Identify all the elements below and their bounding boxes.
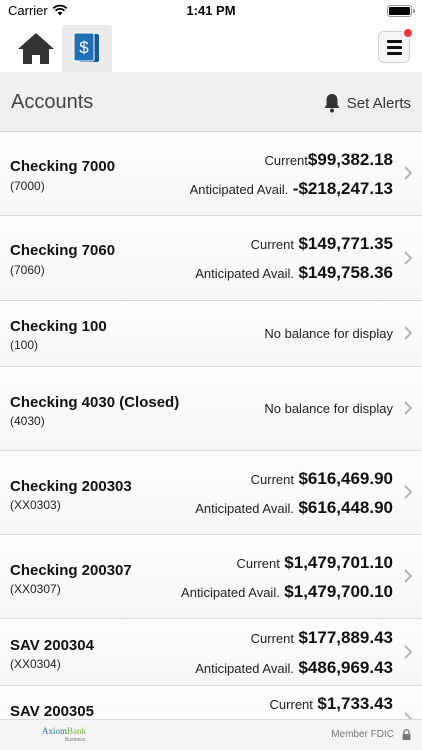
top-nav: $ [0, 22, 422, 72]
home-icon[interactable] [14, 28, 58, 68]
account-name: Checking 200303 [10, 478, 132, 495]
account-row[interactable]: Checking 4030 (Closed) (4030) No balance… [0, 367, 422, 451]
current-amount: $1,733.43 [317, 694, 393, 713]
account-number: (7000) [10, 179, 45, 193]
status-bar: Carrier 1:41 PM [0, 0, 422, 22]
account-name: SAV 200305 [10, 703, 94, 719]
chevron-right-icon [404, 401, 413, 415]
tab-accounts[interactable]: $ [62, 25, 112, 72]
anticipated-amount: $1,479,700.10 [284, 582, 393, 601]
account-number: (4030) [10, 414, 45, 428]
anticipated-amount: $616,448.90 [298, 498, 393, 517]
anticipated-amount: $149,758.36 [298, 263, 393, 282]
anticipated-balance: Anticipated Avail. $616,448.90 [195, 498, 393, 517]
chevron-right-icon [404, 569, 413, 583]
account-name: Checking 200307 [10, 562, 132, 579]
menu-button[interactable] [378, 28, 413, 63]
account-row[interactable]: SAV 200304 (XX0304) Current $177,889.43 … [0, 619, 422, 686]
account-row[interactable]: Checking 7060 (7060) Current $149,771.35… [0, 216, 422, 301]
current-amount: $1,479,701.10 [284, 553, 393, 572]
footer: AxiomBank Business Member FDIC [0, 719, 422, 750]
account-number: (XX0307) [10, 582, 61, 596]
account-name: Checking 100 [10, 318, 107, 335]
chevron-right-icon [404, 251, 413, 265]
current-amount: $99,382.18 [307, 150, 393, 169]
set-alerts-label: Set Alerts [346, 94, 411, 112]
member-fdic-label: Member FDIC [331, 729, 394, 740]
dollar-document-icon: $ [73, 32, 99, 62]
battery-icon [387, 5, 415, 17]
account-name: Checking 7060 [10, 242, 116, 259]
account-number: (XX0304) [10, 657, 61, 671]
page-title: Accounts [11, 91, 94, 113]
anticipated-amount: $486,969.43 [298, 658, 393, 677]
account-row[interactable]: Checking 7000 (7000) Current$99,382.18 A… [0, 132, 422, 216]
account-number: (100) [10, 338, 39, 352]
set-alerts-button[interactable]: Set Alerts [323, 91, 411, 115]
lock-icon [402, 729, 411, 740]
current-amount: $616,469.90 [298, 469, 393, 488]
bell-icon [324, 94, 340, 113]
current-amount: $177,889.43 [298, 628, 393, 647]
current-balance: Current$99,382.18 [264, 150, 393, 169]
accounts-header: Accounts Set Alerts [0, 72, 422, 132]
current-balance: Current $149,771.35 [250, 234, 393, 253]
account-name: SAV 200304 [10, 637, 94, 654]
account-number: (7060) [10, 263, 45, 277]
chevron-right-icon [404, 645, 413, 659]
current-balance: Current $1,733.43 [269, 694, 393, 713]
anticipated-balance: Anticipated Avail. $149,758.36 [195, 263, 393, 282]
account-name: Checking 4030 (Closed) [10, 394, 180, 411]
bank-logo: AxiomBank Business [42, 726, 87, 743]
chevron-right-icon [404, 712, 413, 719]
current-balance: Current $1,479,701.10 [236, 553, 393, 572]
account-list: Checking 7000 (7000) Current$99,382.18 A… [0, 132, 422, 719]
chevron-right-icon [404, 326, 413, 340]
current-amount: $149,771.35 [298, 234, 393, 253]
chevron-right-icon [404, 485, 413, 499]
anticipated-balance: Anticipated Avail. -$218,247.13 [189, 179, 393, 198]
chevron-right-icon [404, 166, 413, 180]
account-row[interactable]: Checking 100 (100) No balance for displa… [0, 301, 422, 367]
svg-text:$: $ [79, 38, 89, 57]
account-row[interactable]: Checking 200307 (XX0307) Current $1,479,… [0, 535, 422, 619]
status-time: 1:41 PM [186, 3, 236, 18]
account-row[interactable]: SAV 200305 Current $1,733.43 [0, 686, 422, 719]
anticipated-balance: Anticipated Avail. $1,479,700.10 [181, 582, 393, 601]
account-row[interactable]: Checking 200303 (XX0303) Current $616,46… [0, 451, 422, 535]
current-balance: Current $177,889.43 [250, 628, 393, 647]
account-number: (XX0303) [10, 498, 61, 512]
notification-badge [403, 28, 413, 38]
account-name: Checking 7000 [10, 158, 116, 175]
no-balance-text: No balance for display [264, 326, 393, 341]
no-balance-text: No balance for display [264, 401, 393, 416]
current-balance: Current $616,469.90 [250, 469, 393, 488]
anticipated-amount: -$218,247.13 [292, 179, 393, 198]
anticipated-balance: Anticipated Avail. $486,969.43 [195, 658, 393, 677]
